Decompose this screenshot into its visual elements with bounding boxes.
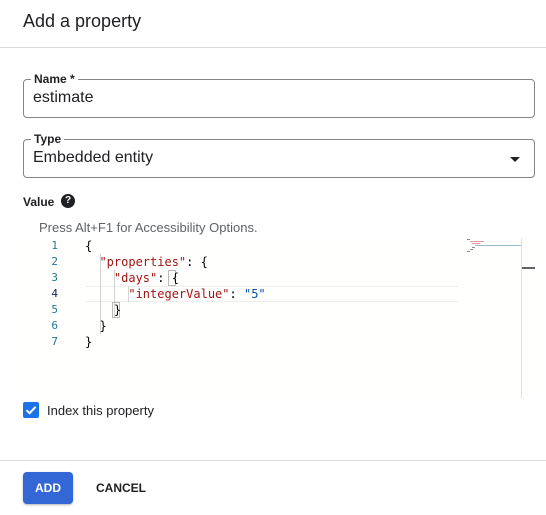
- minimap-line: [472, 243, 480, 244]
- type-select-value[interactable]: Embedded entity: [33, 149, 153, 167]
- code-line[interactable]: "days": {: [85, 270, 179, 286]
- minimap-line: [472, 247, 475, 248]
- footer-divider: [0, 460, 546, 461]
- dialog-title: Add a property: [23, 11, 142, 31]
- overview-ruler-cursor: [522, 267, 535, 269]
- name-field[interactable]: Name * estimate: [23, 72, 535, 118]
- line-number-active: 4: [51, 287, 58, 300]
- index-property-checkbox[interactable]: [23, 402, 39, 418]
- code-line[interactable]: }: [85, 302, 121, 318]
- minimap-line: [470, 241, 484, 242]
- line-number: 1: [51, 239, 58, 252]
- header-divider: [0, 47, 546, 48]
- code-line[interactable]: "properties": {: [85, 254, 207, 270]
- line-number: 2: [51, 255, 58, 268]
- check-icon: [25, 406, 37, 415]
- line-number: 3: [51, 271, 58, 284]
- name-field-label: Name *: [31, 72, 78, 86]
- line-number: 5: [51, 303, 58, 316]
- index-property-label[interactable]: Index this property: [47, 403, 154, 418]
- line-number: 6: [51, 319, 58, 332]
- cancel-button[interactable]: CANCEL: [86, 472, 156, 504]
- add-button[interactable]: ADD: [23, 472, 73, 504]
- type-select[interactable]: Type Embedded entity: [23, 132, 535, 178]
- code-line[interactable]: "integerValue": "5": [85, 286, 265, 302]
- value-label: Value: [23, 195, 55, 209]
- line-number: 7: [51, 335, 58, 348]
- minimap-line: [470, 249, 473, 250]
- name-field-value[interactable]: estimate: [33, 89, 93, 107]
- code-line[interactable]: }: [85, 318, 106, 334]
- editor-gutter: 1 2 3 4 5 6 7: [23, 238, 63, 398]
- dropdown-arrow-icon[interactable]: [510, 157, 520, 162]
- type-select-label: Type: [31, 132, 65, 146]
- code-line[interactable]: }: [85, 334, 92, 350]
- help-icon[interactable]: ?: [61, 194, 75, 208]
- editor-scrollbar[interactable]: [521, 238, 522, 398]
- accessibility-hint: Press Alt+F1 for Accessibility Options.: [39, 220, 258, 235]
- editor-minimap[interactable]: [467, 238, 521, 258]
- code-line[interactable]: {: [85, 238, 92, 254]
- minimap-line: [475, 245, 521, 246]
- minimap-line: [467, 251, 470, 252]
- minimap-line: [467, 239, 470, 240]
- json-editor[interactable]: 1 2 3 4 5 6 7 { "properties": { "days": …: [23, 238, 535, 398]
